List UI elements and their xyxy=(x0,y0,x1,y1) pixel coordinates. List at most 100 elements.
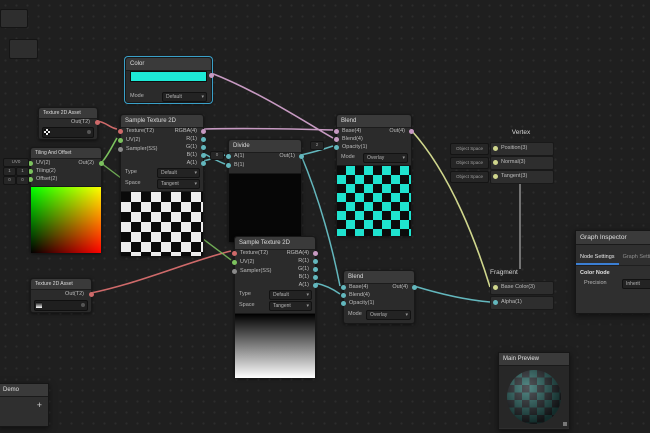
color-swatch[interactable] xyxy=(130,71,207,82)
port-label: Position(3) xyxy=(501,145,527,152)
tab-graph-settings[interactable]: Graph Settings xyxy=(619,251,650,263)
output-port[interactable] xyxy=(209,73,214,78)
space-dropdown[interactable]: Tangent ▾ xyxy=(157,179,200,189)
input-port[interactable] xyxy=(341,293,346,298)
uv-preview xyxy=(31,186,101,253)
mode-dropdown[interactable]: Overlay ▾ xyxy=(363,153,408,163)
wire-blend2-to-fragment-alpha xyxy=(414,286,490,302)
space-dropdown[interactable]: Tangent ▾ xyxy=(269,301,312,311)
node-divide[interactable]: Divide A(1) B(1) Out(1) xyxy=(228,139,302,242)
output-port[interactable] xyxy=(201,161,206,166)
input-port[interactable] xyxy=(232,269,237,274)
partial-node[interactable] xyxy=(9,39,38,59)
type-dropdown[interactable]: Default ▾ xyxy=(157,168,200,178)
gradient-preview xyxy=(235,313,315,378)
node-texture-asset-2[interactable]: Texture 2D Asset Out(T2) xyxy=(30,278,92,313)
divide-a-field[interactable]: 0 xyxy=(210,151,224,160)
tangent-space-dropdown[interactable]: Object Space xyxy=(450,171,489,183)
port-label: B(1) xyxy=(234,162,244,169)
object-picker-icon[interactable] xyxy=(81,303,85,307)
node-blend-2[interactable]: Blend Base(4) Blend(4) Opacity(1) Out(4)… xyxy=(343,270,415,324)
output-port[interactable] xyxy=(409,129,414,134)
node-sample-texture-2[interactable]: Sample Texture 2D Texture(T2) UV(2) Samp… xyxy=(234,236,316,378)
graph-inspector-panel[interactable]: Graph Inspector Node SettingsGraph Setti… xyxy=(575,230,650,314)
input-port[interactable] xyxy=(341,301,346,306)
object-picker-icon[interactable] xyxy=(87,130,91,134)
shader-preview-sphere[interactable] xyxy=(507,370,561,424)
port-label: Normal(3) xyxy=(501,159,525,166)
node-sample-texture-1[interactable]: Sample Texture 2D Texture(T2) UV(2) Samp… xyxy=(120,114,204,256)
input-port[interactable] xyxy=(493,146,498,151)
add-property-button[interactable]: + xyxy=(37,400,42,410)
main-preview-panel[interactable]: Main Preview xyxy=(498,352,570,430)
output-port[interactable] xyxy=(201,137,206,142)
resize-grip[interactable] xyxy=(563,422,567,426)
node-blend-1[interactable]: Blend Base(4) Blend(4) Opacity(1) Out(4)… xyxy=(336,114,412,236)
shader-graph-canvas[interactable]: Color Out(4) Mode Default ▾ Texture 2D A… xyxy=(0,0,650,433)
uv-channel-dropdown[interactable]: UV0 xyxy=(3,158,29,167)
vertex-position-block[interactable]: Position(3) xyxy=(490,142,554,156)
input-port[interactable] xyxy=(226,163,231,168)
output-port[interactable] xyxy=(89,292,94,297)
output-port[interactable] xyxy=(313,275,318,280)
output-port[interactable] xyxy=(95,120,100,125)
normal-space-dropdown[interactable]: Object Space xyxy=(450,157,489,169)
texture-object-field[interactable] xyxy=(34,300,88,311)
port-label: Base(4) xyxy=(349,284,368,291)
texture-object-field[interactable] xyxy=(42,127,94,138)
precision-row: Precision Inherit ▾ xyxy=(576,278,650,290)
input-port[interactable] xyxy=(334,137,339,142)
output-port[interactable] xyxy=(313,259,318,264)
tiling-y-field[interactable]: 1 xyxy=(16,167,29,176)
type-dropdown[interactable]: Default ▾ xyxy=(269,290,312,300)
input-port[interactable] xyxy=(493,160,498,165)
position-space-dropdown[interactable]: Object Space xyxy=(450,143,489,155)
input-port[interactable] xyxy=(232,251,237,256)
output-port[interactable] xyxy=(99,161,104,166)
fragment-alpha-block[interactable]: Alpha(1) xyxy=(490,296,554,310)
node-color[interactable]: Color Out(4) Mode Default ▾ xyxy=(125,57,212,103)
mode-dropdown[interactable]: Overlay ▾ xyxy=(366,310,411,320)
node-title: Sample Texture 2D xyxy=(121,115,203,128)
output-port[interactable] xyxy=(299,154,304,159)
input-port[interactable] xyxy=(341,285,346,290)
space-label: Space xyxy=(125,180,141,186)
input-port[interactable] xyxy=(232,260,237,265)
input-port[interactable] xyxy=(493,300,498,305)
vertex-tangent-block[interactable]: Tangent(3) xyxy=(490,170,554,184)
vertex-normal-block[interactable]: Normal(3) xyxy=(490,156,554,170)
fragment-basecolor-block[interactable]: Base Color(3) xyxy=(490,281,554,295)
node-tiling-and-offset[interactable]: Tiling And Offset UV(2) Tiling(2) Offset… xyxy=(30,147,102,253)
output-port[interactable] xyxy=(412,285,417,290)
output-port[interactable] xyxy=(313,283,318,288)
input-port[interactable] xyxy=(226,154,231,159)
space-value: Tangent xyxy=(273,303,291,309)
input-port[interactable] xyxy=(493,285,498,290)
port-label: Tangent(3) xyxy=(501,173,527,180)
mode-label: Mode xyxy=(348,311,362,317)
input-port[interactable] xyxy=(118,129,123,134)
offset-y-field[interactable]: 0 xyxy=(16,176,29,185)
input-port[interactable] xyxy=(118,147,123,152)
blackboard-panel[interactable]: Demo + xyxy=(0,383,49,427)
output-port[interactable] xyxy=(201,145,206,150)
input-port[interactable] xyxy=(334,129,339,134)
mode-value: Overlay xyxy=(367,155,384,161)
output-port[interactable] xyxy=(201,153,206,158)
input-port[interactable] xyxy=(334,145,339,150)
offset-x-field[interactable]: 0 xyxy=(3,176,16,185)
wire-sample1-rgba-to-blend1-base xyxy=(203,129,333,130)
tiling-x-field[interactable]: 1 xyxy=(3,167,16,176)
output-port[interactable] xyxy=(201,129,206,134)
output-port[interactable] xyxy=(313,267,318,272)
input-port[interactable] xyxy=(493,174,498,179)
partial-node[interactable] xyxy=(0,9,28,28)
input-port[interactable] xyxy=(118,138,123,143)
precision-dropdown[interactable]: Inherit ▾ xyxy=(622,279,650,289)
divide-b-field[interactable]: 2 xyxy=(310,141,324,150)
output-port[interactable] xyxy=(313,251,318,256)
tab-node-settings[interactable]: Node Settings xyxy=(576,251,619,265)
mode-dropdown[interactable]: Default ▾ xyxy=(162,92,207,102)
uv-channel-value: UV0 xyxy=(12,159,21,164)
node-texture-asset-1[interactable]: Texture 2D Asset Out(T2) xyxy=(38,107,98,140)
